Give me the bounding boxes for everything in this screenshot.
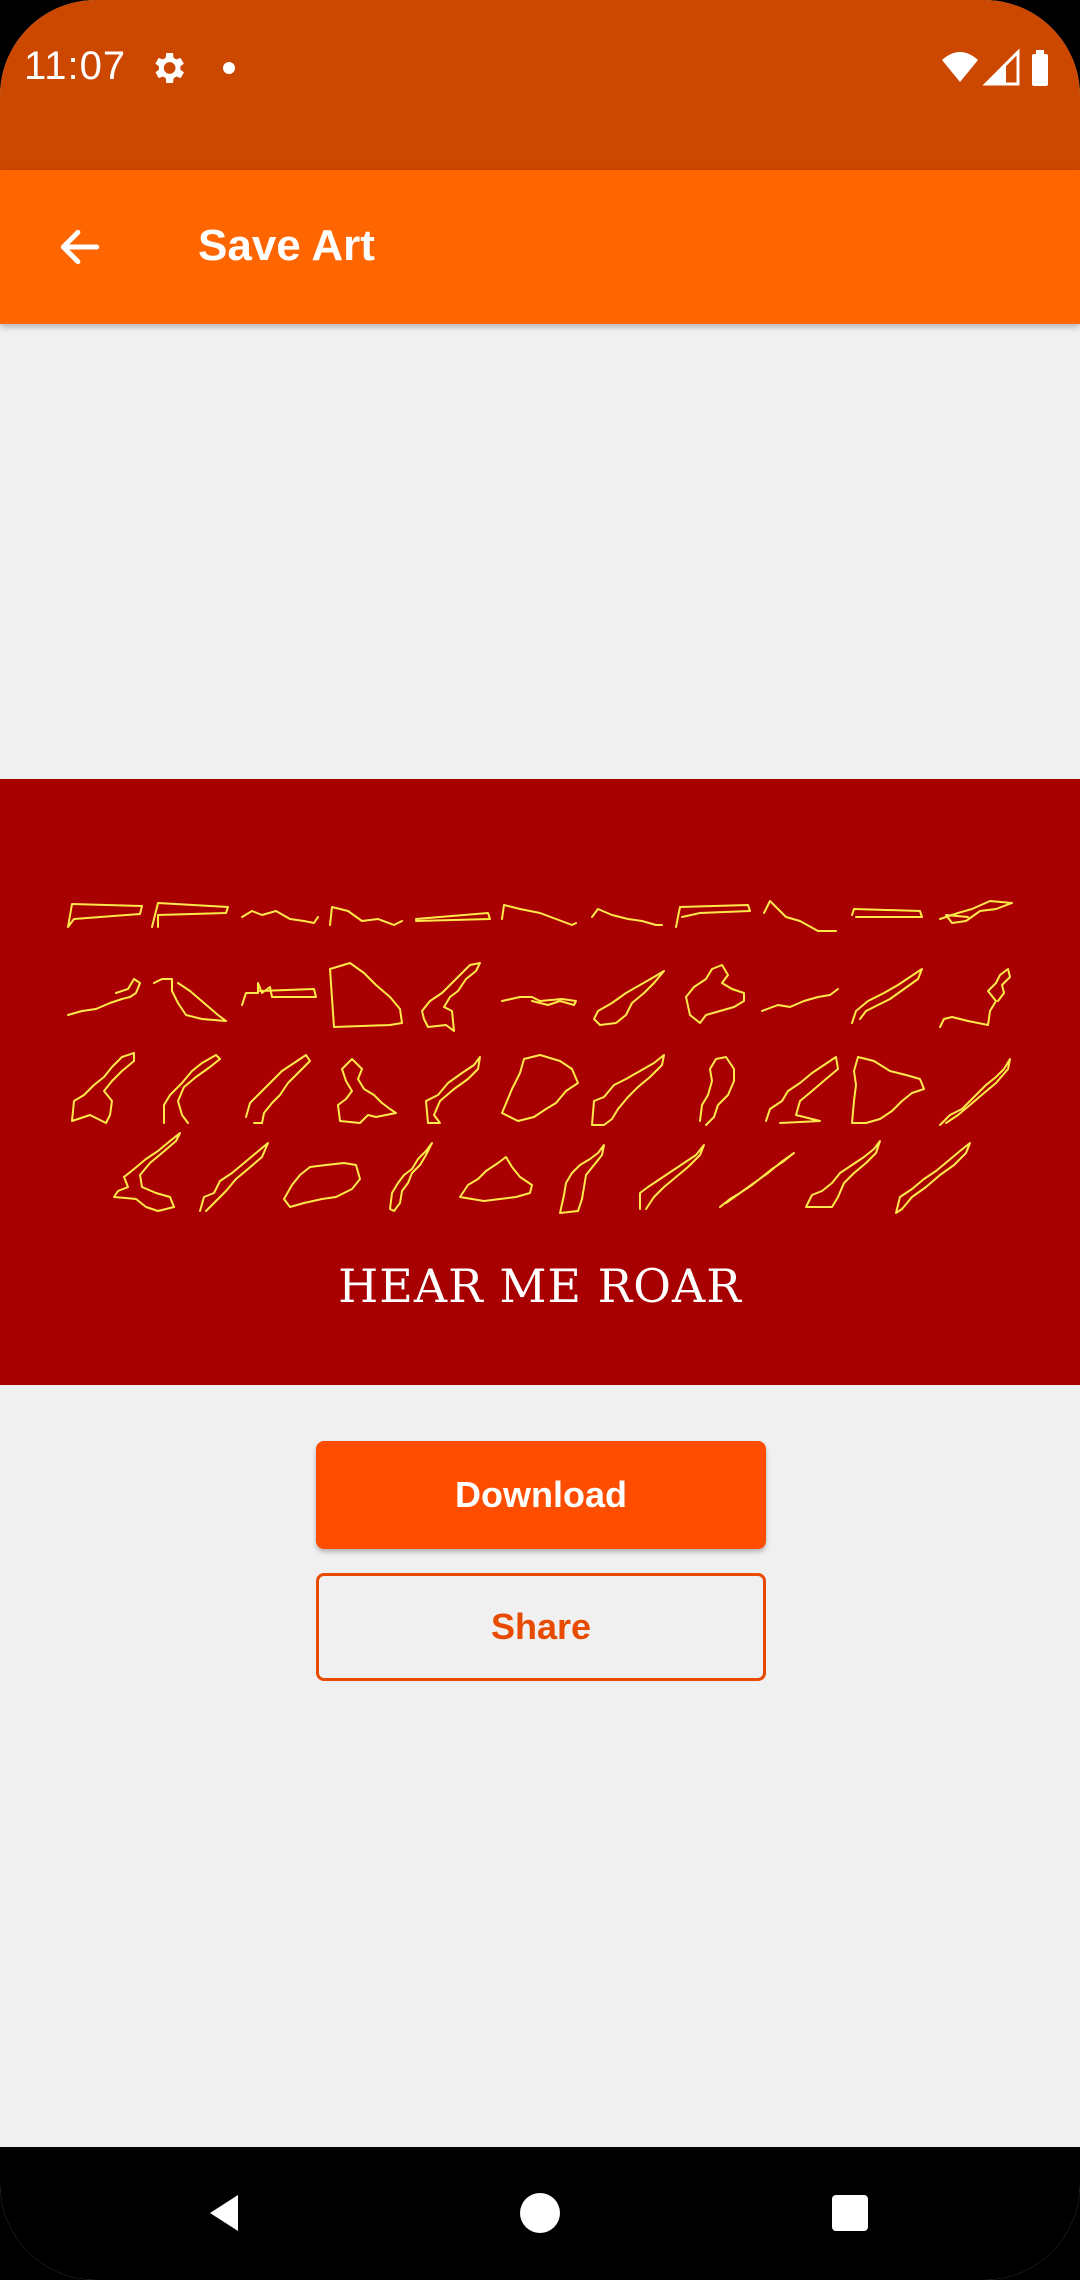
- route-18: [593, 970, 665, 1026]
- route-21: [851, 968, 923, 1024]
- route-art-grid: [67, 900, 1013, 1214]
- navigation-bar: [0, 2147, 1080, 2280]
- route-25: [245, 1054, 311, 1124]
- route-22: [939, 968, 1011, 1028]
- wifi-icon: [942, 52, 978, 82]
- route-29: [591, 1054, 665, 1126]
- route-36: [283, 1162, 361, 1208]
- art-preview: HEAR ME ROAR: [0, 779, 1080, 1385]
- route-12: [67, 978, 141, 1016]
- arrow-back-icon: [60, 229, 100, 265]
- status-bar: 11:07: [0, 0, 1080, 170]
- route-1: [67, 903, 143, 928]
- route-10: [851, 908, 923, 918]
- route-28: [501, 1054, 579, 1122]
- route-23: [71, 1052, 135, 1124]
- route-5: [415, 912, 491, 922]
- route-43: [895, 1142, 971, 1214]
- route-34: [113, 1132, 181, 1212]
- route-8: [675, 904, 751, 928]
- gear-icon: [155, 53, 184, 83]
- page-title: Save Art: [198, 221, 375, 270]
- art-caption: HEAR ME ROAR: [338, 1259, 742, 1313]
- route-35: [199, 1142, 269, 1212]
- route-42: [805, 1140, 881, 1208]
- route-20: [761, 988, 839, 1012]
- route-15: [329, 962, 403, 1028]
- status-time: 11:07: [24, 44, 127, 88]
- nav-recents-button[interactable]: [810, 2173, 890, 2253]
- nav-home-icon: [520, 2193, 560, 2233]
- route-38: [459, 1156, 533, 1202]
- route-27: [425, 1056, 481, 1124]
- screen: 11:07 Save Art HEAR ME ROAR Download Sha…: [0, 0, 1080, 2280]
- route-19: [685, 964, 745, 1024]
- route-31: [765, 1056, 839, 1124]
- nav-home-button[interactable]: [500, 2173, 580, 2253]
- nav-back-icon: [210, 2195, 238, 2231]
- app-bar: Save Art: [0, 170, 1080, 324]
- route-40: [639, 1144, 705, 1210]
- route-13: [153, 978, 227, 1022]
- route-16: [421, 962, 481, 1032]
- route-37: [389, 1142, 433, 1212]
- route-39: [559, 1144, 605, 1214]
- route-32: [851, 1056, 925, 1124]
- nav-recents-icon: [832, 2195, 868, 2231]
- route-14: [241, 982, 317, 1006]
- route-33: [939, 1058, 1011, 1126]
- route-7: [591, 908, 663, 926]
- route-11: [939, 900, 1013, 924]
- back-button[interactable]: [40, 207, 120, 287]
- route-17: [501, 996, 577, 1006]
- share-button[interactable]: Share: [316, 1573, 766, 1681]
- route-3: [241, 910, 319, 924]
- battery-icon: [1032, 50, 1048, 86]
- route-24: [163, 1054, 221, 1124]
- route-6: [501, 904, 577, 926]
- notification-dot-icon: [223, 62, 235, 74]
- route-2: [151, 902, 229, 928]
- route-4: [329, 906, 403, 926]
- nav-back-button[interactable]: [186, 2173, 266, 2253]
- route-9: [763, 900, 837, 932]
- cellular-signal-icon: [982, 48, 1020, 86]
- route-26: [337, 1058, 397, 1124]
- route-41: [719, 1152, 795, 1208]
- system-status-icons: [942, 48, 1048, 86]
- route-30: [699, 1056, 735, 1126]
- download-button[interactable]: Download: [316, 1441, 766, 1549]
